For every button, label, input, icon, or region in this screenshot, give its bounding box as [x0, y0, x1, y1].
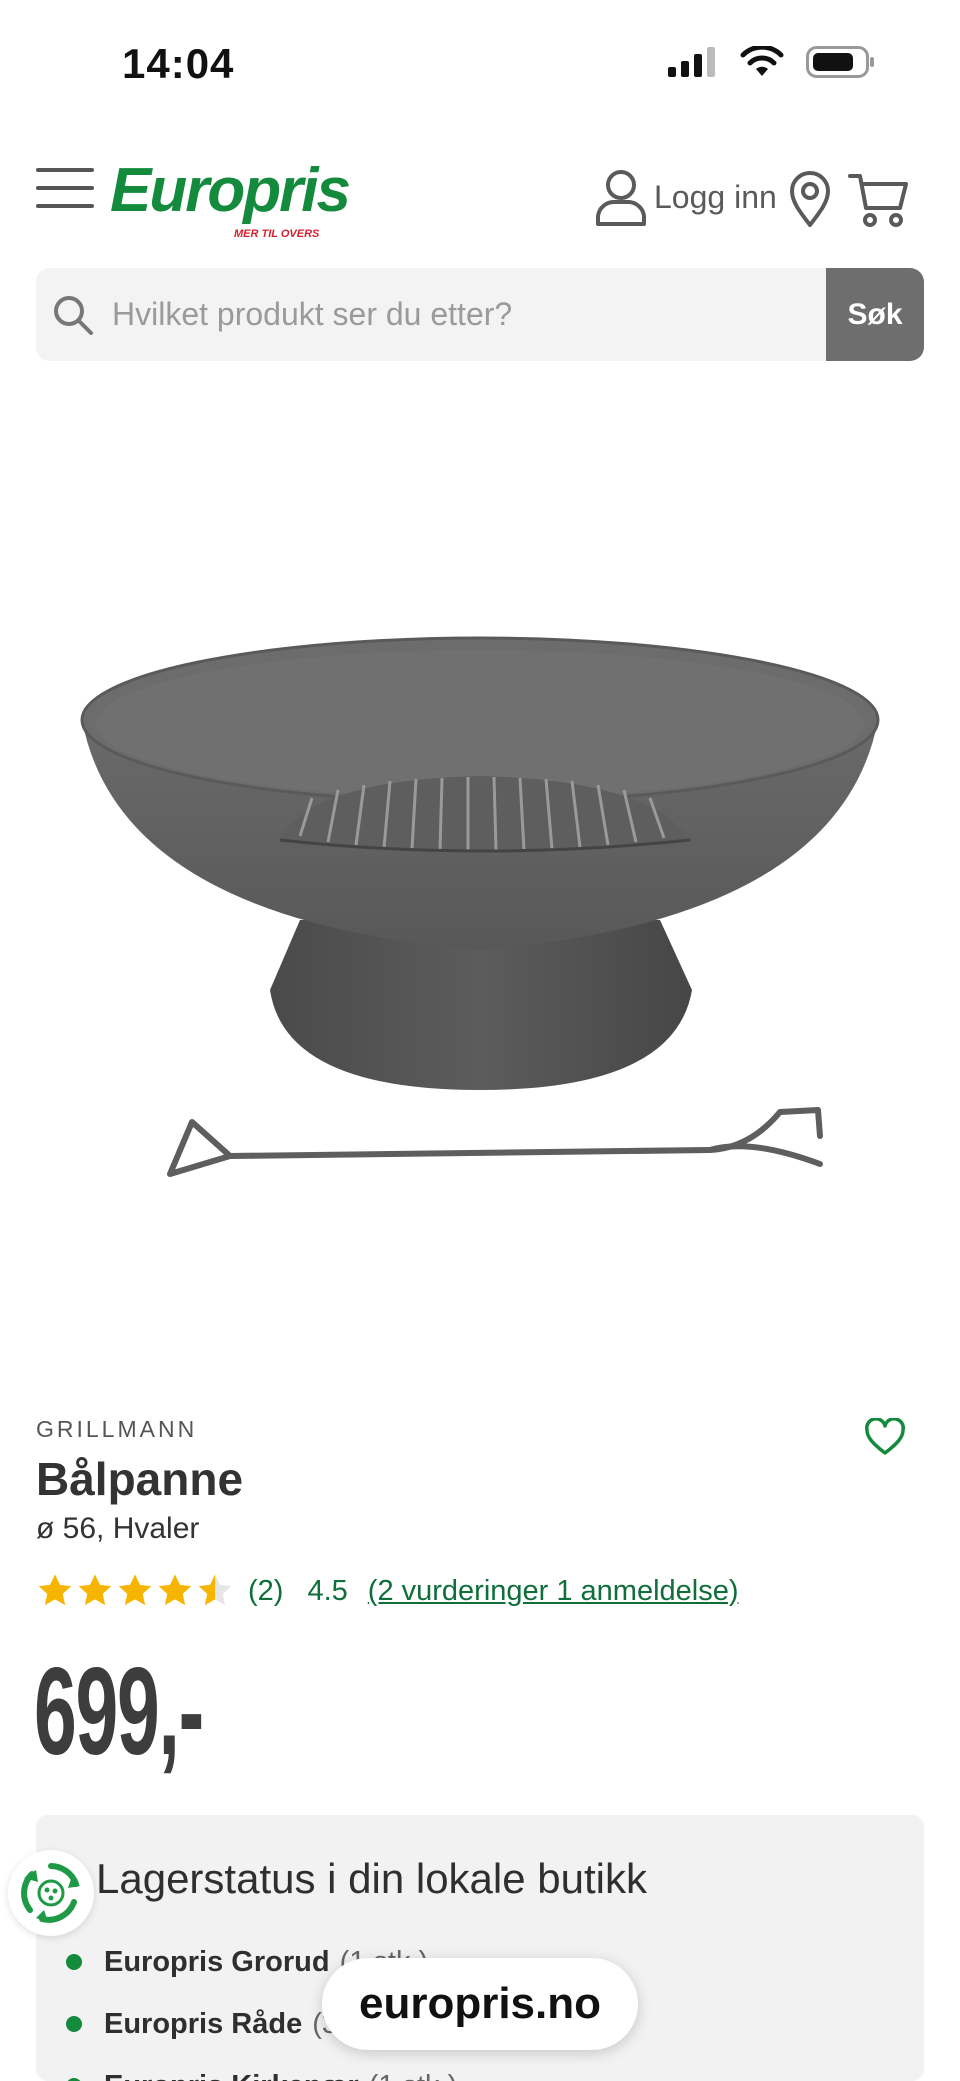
product-title: Bålpanne	[36, 1453, 244, 1505]
product-subtitle: ø 56, Hvaler	[36, 1512, 200, 1545]
star-full-icon	[158, 1574, 192, 1606]
store-quantity: (1 stk.)	[369, 2070, 458, 2081]
status-icons	[668, 46, 876, 78]
rating-average: 4.5	[307, 1574, 348, 1607]
favorite-heart-icon[interactable]	[864, 1418, 906, 1456]
site-header: Europris MER TIL OVERS Logg inn	[0, 150, 960, 260]
login-link[interactable]: Logg inn	[594, 168, 777, 226]
rating-count: (2)	[248, 1574, 284, 1607]
stock-title: Lagerstatus i din lokale butikk	[96, 1855, 647, 1902]
search-icon	[54, 296, 93, 335]
europris-logo[interactable]: Europris MER TIL OVERS	[110, 156, 351, 241]
recycle-badge[interactable]	[8, 1850, 94, 1936]
store-item[interactable]: Europris Kirkenær (1 stk.)	[66, 2055, 457, 2081]
logo-tagline: MER TIL OVERS	[234, 228, 320, 240]
browser-url-bar[interactable]: europris.no	[322, 1958, 638, 2050]
store-location-icon[interactable]	[788, 170, 832, 228]
hamburger-menu-icon[interactable]	[36, 166, 96, 212]
store-name: Europris Grorud	[104, 1945, 330, 1978]
rating-stars	[36, 1572, 234, 1610]
status-time: 14:04	[122, 40, 235, 87]
reviews-link[interactable]: (2 vurderinger 1 anmeldelse)	[368, 1575, 739, 1608]
login-label: Logg inn	[654, 178, 777, 215]
shopping-cart-icon[interactable]	[848, 172, 910, 228]
product-image[interactable]	[60, 590, 900, 1250]
logo-wordmark: Europris	[110, 156, 351, 225]
star-full-icon	[118, 1574, 152, 1606]
recycle-icon	[21, 1863, 80, 1923]
store-name: Europris Råde	[104, 2007, 303, 2040]
star-half-icon	[198, 1574, 232, 1606]
star-full-icon	[78, 1574, 112, 1606]
store-name: Europris Kirkenær	[104, 2070, 359, 2081]
battery-icon	[806, 46, 874, 78]
search-input[interactable]	[112, 268, 852, 361]
user-icon	[596, 170, 646, 226]
star-full-icon	[38, 1574, 72, 1606]
search-button[interactable]: Søk	[826, 268, 924, 361]
rating-row: (2) 4.5 (2 vurderinger 1 anmeldelse)	[36, 1570, 739, 1612]
product-price: 699,-	[34, 1643, 204, 1781]
status-bar: 14:04	[0, 0, 960, 130]
product-brand[interactable]: GRILLMANN	[36, 1416, 197, 1443]
search-bar: Søk	[36, 268, 924, 361]
in-stock-dot-icon	[66, 1954, 82, 1970]
wifi-icon	[740, 46, 784, 76]
cellular-signal-icon	[668, 47, 715, 77]
in-stock-dot-icon	[66, 2016, 82, 2032]
